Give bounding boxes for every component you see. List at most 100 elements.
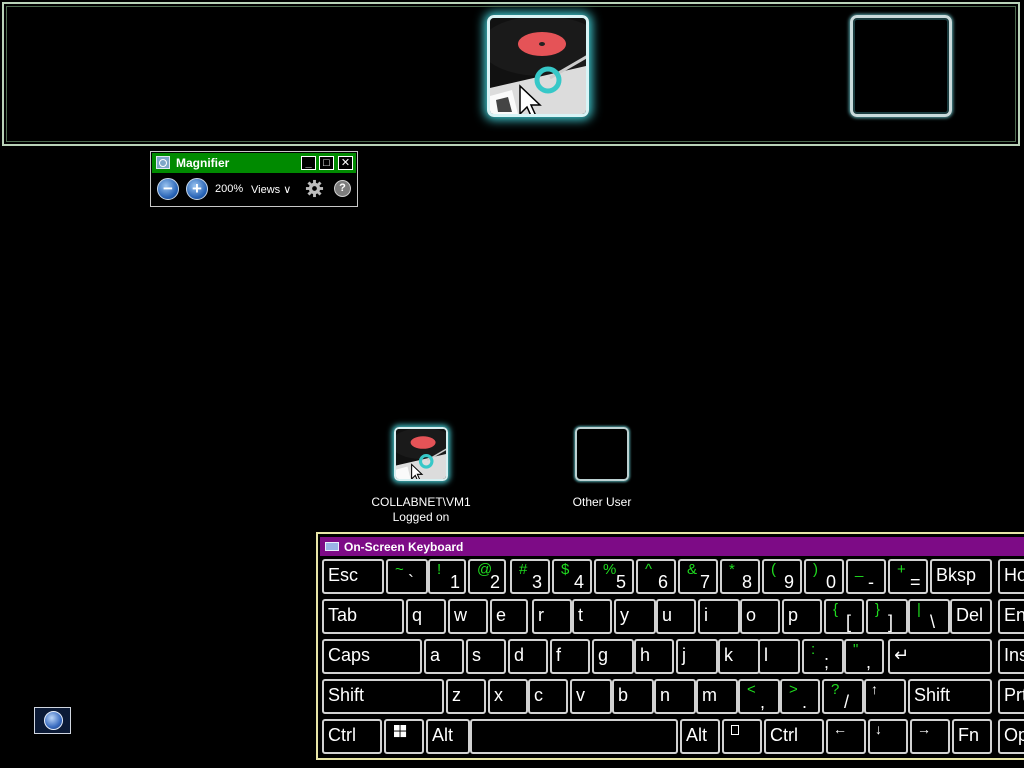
key-w[interactable]: w	[448, 599, 488, 634]
key-lctrl[interactable]: Ctrl	[322, 719, 382, 754]
help-icon[interactable]: ?	[334, 180, 351, 197]
key-v[interactable]: v	[570, 679, 612, 714]
key-0[interactable]: ) 0	[804, 559, 844, 594]
key-shift-symbol: {	[833, 601, 839, 618]
key-minus[interactable]: _ -	[846, 559, 886, 594]
key-y[interactable]: y	[614, 599, 656, 634]
key-5[interactable]: % 5	[594, 559, 634, 594]
key-insert[interactable]: Insert	[998, 639, 1024, 674]
key-esc[interactable]: Esc	[322, 559, 384, 594]
key-right[interactable]: →	[910, 719, 950, 754]
key-label: a	[430, 645, 441, 665]
other-user-tile-magnified[interactable]	[850, 15, 952, 117]
key-b[interactable]: b	[612, 679, 654, 714]
key-z[interactable]: z	[446, 679, 486, 714]
key-tab[interactable]: Tab	[322, 599, 404, 634]
key-n[interactable]: n	[654, 679, 696, 714]
key-label: t	[578, 605, 584, 625]
key-l[interactable]: l	[758, 639, 800, 674]
key-g[interactable]: g	[592, 639, 634, 674]
key-8[interactable]: * 8	[720, 559, 760, 594]
key-base-symbol: ;	[824, 652, 830, 672]
zoom-out-button[interactable]: −	[157, 178, 179, 200]
key-c[interactable]: c	[528, 679, 568, 714]
key-left[interactable]: ←	[826, 719, 866, 754]
key-backslash[interactable]: | \	[908, 599, 950, 634]
key-semicolon[interactable]: :;	[802, 639, 844, 674]
close-button[interactable]: ✕	[338, 156, 353, 170]
key-label: End	[1004, 605, 1024, 625]
user-tile-other-user[interactable]	[575, 427, 629, 481]
key-s[interactable]: s	[466, 639, 506, 674]
minimize-button[interactable]: _	[301, 156, 316, 170]
key-quote[interactable]: ",	[844, 639, 884, 674]
magnifier-titlebar[interactable]: Magnifier _ □ ✕	[152, 153, 356, 173]
views-menu[interactable]: Views ∨	[251, 183, 291, 196]
key-rbracket[interactable]: }]	[866, 599, 908, 634]
key-2[interactable]: @2	[468, 559, 506, 594]
key-comma[interactable]: <,	[738, 679, 780, 714]
key-equals[interactable]: + =	[888, 559, 928, 594]
key-9[interactable]: (9	[762, 559, 802, 594]
key-options[interactable]: Options	[998, 719, 1024, 754]
key-caps[interactable]: Caps	[322, 639, 422, 674]
key-q[interactable]: q	[406, 599, 446, 634]
magnifier-window: Magnifier _ □ ✕ − + 200% Views ∨ ?	[150, 151, 358, 207]
key-space[interactable]	[470, 719, 678, 754]
key-lshift[interactable]: Shift	[322, 679, 444, 714]
gear-icon[interactable]	[305, 179, 324, 198]
key-del[interactable]: Del	[950, 599, 992, 634]
key-1[interactable]: ! 1	[428, 559, 466, 594]
key-base-symbol: =	[910, 572, 921, 592]
key-d[interactable]: d	[508, 639, 548, 674]
key-bksp[interactable]: Bksp	[930, 559, 992, 594]
key-x[interactable]: x	[488, 679, 528, 714]
key-4[interactable]: $4	[552, 559, 592, 594]
key-up[interactable]: ↑	[864, 679, 906, 714]
ease-of-access-button[interactable]	[34, 707, 71, 734]
key-menu[interactable]	[722, 719, 762, 754]
key-lbracket[interactable]: {[	[824, 599, 864, 634]
key-p[interactable]: p	[782, 599, 822, 634]
key-fn[interactable]: Fn	[952, 719, 992, 754]
key-end[interactable]: End	[998, 599, 1024, 634]
key-backtick[interactable]: ~ `	[386, 559, 428, 594]
key-period[interactable]: >.	[780, 679, 820, 714]
key-k[interactable]: k	[718, 639, 760, 674]
key-lwin[interactable]	[384, 719, 424, 754]
key-label: k	[724, 645, 733, 665]
key-home[interactable]: Home	[998, 559, 1024, 594]
key-t[interactable]: t	[572, 599, 612, 634]
zoom-in-button[interactable]: +	[186, 178, 208, 200]
key-f[interactable]: f	[550, 639, 590, 674]
key-label: c	[534, 685, 543, 705]
key-rctrl[interactable]: Ctrl	[764, 719, 824, 754]
key-ralt[interactable]: Alt	[680, 719, 720, 754]
key-lalt[interactable]: Alt	[426, 719, 470, 754]
key-enter[interactable]: ↵	[888, 639, 992, 674]
key-prtscn[interactable]: PrtScn	[998, 679, 1024, 714]
key-m[interactable]: m	[696, 679, 738, 714]
key-j[interactable]: j	[676, 639, 718, 674]
key-label: Alt	[686, 725, 708, 745]
current-user-tile-magnified[interactable]	[487, 15, 589, 117]
key-down[interactable]: ↓	[868, 719, 908, 754]
key-r[interactable]: r	[532, 599, 572, 634]
user-tile-collabnet-vm1[interactable]	[394, 427, 448, 481]
key-u[interactable]: u	[656, 599, 696, 634]
key-i[interactable]: i	[698, 599, 740, 634]
key-slash[interactable]: ? /	[822, 679, 864, 714]
key-h[interactable]: h	[634, 639, 674, 674]
maximize-button[interactable]: □	[319, 156, 334, 170]
key-o[interactable]: o	[740, 599, 780, 634]
key-rshift[interactable]: Shift	[908, 679, 992, 714]
osk-titlebar[interactable]: On-Screen Keyboard	[320, 537, 1024, 556]
key-3[interactable]: #3	[510, 559, 550, 594]
key-e[interactable]: e	[490, 599, 528, 634]
key-label: v	[576, 685, 585, 705]
key-a[interactable]: a	[424, 639, 464, 674]
key-shift-symbol: &	[687, 561, 698, 578]
key-7[interactable]: & 7	[678, 559, 718, 594]
key-label: Home	[1004, 565, 1024, 585]
key-6[interactable]: ^ 6	[636, 559, 676, 594]
